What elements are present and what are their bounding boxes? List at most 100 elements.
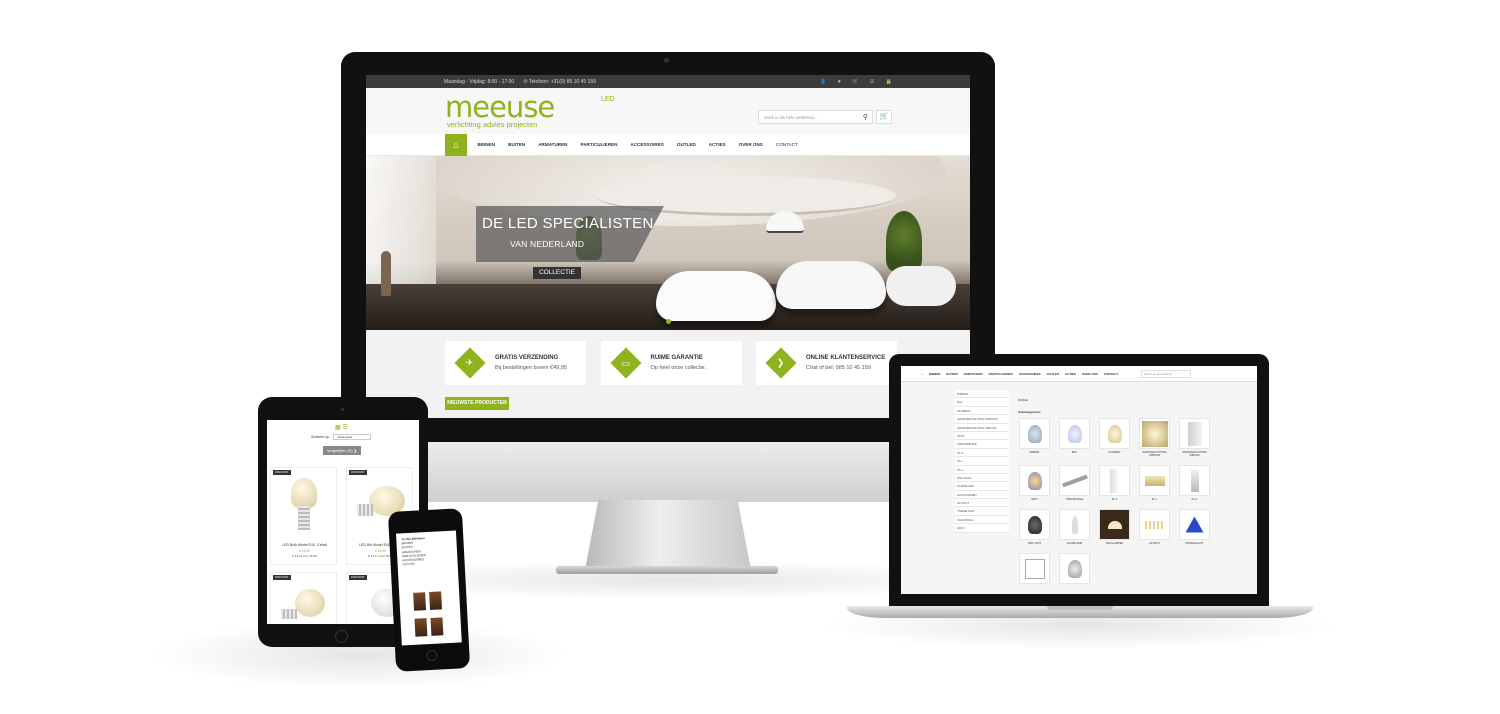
sidebar-item[interactable]: SPOT [955,431,1009,441]
product-image[interactable] [414,618,428,637]
product-card[interactable]: DISCOUNT LED Bulb Model E40, 3 Watt € 16… [270,467,337,565]
search-input[interactable]: Zoek in de hele webshop... ⚲ [758,110,873,124]
slider-dot[interactable] [666,319,671,324]
nav-item-outled[interactable]: OUTLED [1047,372,1059,376]
sidebar-item[interactable]: TREDELIGHT [955,507,1009,516]
cart-icon[interactable]: 🛒 [852,79,858,85]
product-thumbnail [1139,509,1170,540]
subcategory-item[interactable] [1019,553,1050,584]
home-icon[interactable]: ⌂ [921,372,923,376]
nav-item-particulieren[interactable]: PARTICULIEREN [581,142,618,147]
logo[interactable]: meeuse LED verlichting advies projecten [445,93,615,130]
checkout-icon[interactable]: ☑ [870,79,874,85]
nav-item-buiten[interactable]: BUITEN [946,372,957,376]
nav-item-armaturen[interactable]: ARMATUREN [964,372,983,376]
subcategory-label: TWIN/SPIRALE [1065,498,1084,501]
nav-item-accessoires[interactable]: ACCESSOIRES [630,142,663,147]
nav-item-accessoires[interactable]: ACCESSOIRES [1019,372,1041,376]
nav-item-outled[interactable]: OUTLED [677,142,696,147]
sidebar-item[interactable]: FILAMENT [955,406,1009,416]
product-image[interactable] [429,591,443,610]
subcategory-item[interactable]: PROFIELLIGHT [1179,509,1210,545]
subcategory-item[interactable]: KAARSLAMP [1059,509,1090,545]
subcategory-label: KAARSLAMP [1066,542,1083,545]
sidebar-item[interactable]: KAARSLAMP [955,482,1009,491]
subcategory-item[interactable]: PAR LIGHT [1019,509,1050,545]
sidebar-item[interactable]: GR10 [955,524,1009,533]
search-placeholder: Zoek in de hele webshop... [764,115,818,120]
sidebar-item[interactable]: HANGLAMPEN [955,490,1009,500]
subcategory-item[interactable]: FILAMENT [1099,418,1130,457]
sidebar-item[interactable]: PL-S [955,448,1009,458]
sidebar-item[interactable]: PAR LIGHT [955,473,1009,483]
product-thumbnail [1179,509,1210,540]
user-icon[interactable]: 👤 [820,79,826,85]
sidebar-item[interactable]: WANDVERLICHTING OPBOUW [955,415,1009,424]
header: meeuse LED verlichting advies projecten … [366,88,970,134]
compare-button[interactable]: Vergelijken (0) ❯ [323,446,361,455]
imac-stand [585,500,751,570]
sidebar-item[interactable]: BOL [955,398,1009,407]
subcategory-item[interactable]: BOL [1059,418,1090,457]
product-thumbnail [1059,418,1090,449]
grid-view-icon[interactable]: ▦ ☰ [335,424,348,431]
subcategory-item[interactable]: HANGLAMPEN [1099,509,1130,545]
product-name[interactable]: LED Bulb Model E40, 3 Watt [271,543,338,547]
subcategory-item[interactable]: PL-C [1179,465,1210,501]
phone-menu: Te rillo Winkelen BINNEN BUITEN ARMATURE… [401,535,442,566]
feature-title: GRATIS VERZENDING [495,355,559,361]
sidebar-item[interactable]: TWIN/SPIRALE [955,440,1009,449]
subcategory-item[interactable]: SPOT [1019,465,1050,501]
phone-number[interactable]: ✆ Telefoon: +31(0) 85 10 45 159 [524,79,604,85]
product-thumbnail [1179,465,1210,496]
menu-item[interactable]: OUTLED [403,560,443,567]
subcategory-item[interactable]: PL-S [1099,465,1130,501]
subcategory-label: PROFIELLIGHT [1185,542,1204,545]
hero-image-chair [656,271,776,321]
nav-item-contact[interactable]: CONTACT [1104,372,1118,376]
sidebar-item[interactable]: PLAFONDLA [955,515,1009,525]
cart-button[interactable]: 🛒 [876,110,892,124]
sidebar-item[interactable]: PL-L [955,457,1009,466]
nav-item-acties[interactable]: ACTIES [1065,372,1076,376]
feature-text: Chat of bel: 085 10 45 159 [806,365,871,371]
search-icon[interactable]: ⚲ [863,113,868,121]
hero-image-chair [776,261,886,309]
nav-item-contact[interactable]: CONTACT [776,142,798,147]
subcategory-item[interactable]: WANDVERLICHTING INBOUW [1179,418,1210,457]
new-products-button[interactable]: NIEUWSTE PRODUCTEN [445,397,509,410]
subcategory-item[interactable]: WANDVERLICHTING OPBOUW [1139,418,1170,457]
subcategory-item[interactable] [1059,553,1090,584]
sidebar-item[interactable]: DIMBAR [955,390,1009,399]
product-card[interactable]: DISCOUNT [270,572,337,624]
nav-item-binnen[interactable]: BINNEN [929,372,941,376]
product-thumbnail [1019,553,1050,584]
nav-item-acties[interactable]: ACTIES [709,142,726,147]
subcategory-item[interactable]: G9 SPOT [1139,509,1170,545]
nav-item-over-ons[interactable]: OVER ONS [1082,372,1098,376]
sort-select[interactable]: Relevantie [333,434,372,440]
product-thumbnail [1019,418,1050,449]
nav-item-over-ons[interactable]: OVER ONS [739,142,763,147]
subcategory-item[interactable]: PL-L [1139,465,1170,501]
nav-item-buiten[interactable]: BUITEN [508,142,525,147]
nav-item-armaturen[interactable]: ARMATUREN [538,142,567,147]
product-image[interactable] [430,617,444,636]
subcategory-item[interactable]: DIMBAR [1019,418,1050,457]
product-image[interactable] [413,592,427,611]
subcategory-item[interactable]: TWIN/SPIRALE [1059,465,1090,501]
sidebar-item[interactable]: PL-C [955,465,1009,474]
search-input[interactable]: Zoek in de hele webshop... [1141,370,1191,378]
collectie-button[interactable]: COLLECTIE [533,267,581,279]
camera [341,408,344,411]
sidebar-item[interactable]: G9 SPOT [955,499,1009,508]
product-thumbnail [1139,465,1170,496]
sidebar-item[interactable]: WANDVERLICHTING INBOUW [955,423,1009,432]
subcategory-heading: Subcategorieën [1018,410,1041,414]
nav-item-particulieren[interactable]: PARTICULIEREN [989,372,1013,376]
heart-icon[interactable]: ♥ [838,79,841,85]
lock-icon[interactable]: 🔒 [886,79,892,85]
nav-item-binnen[interactable]: BINNEN [478,142,496,147]
home-icon[interactable]: ⌂ [445,133,467,156]
breadcrumb[interactable]: WAKEL [1018,398,1028,402]
